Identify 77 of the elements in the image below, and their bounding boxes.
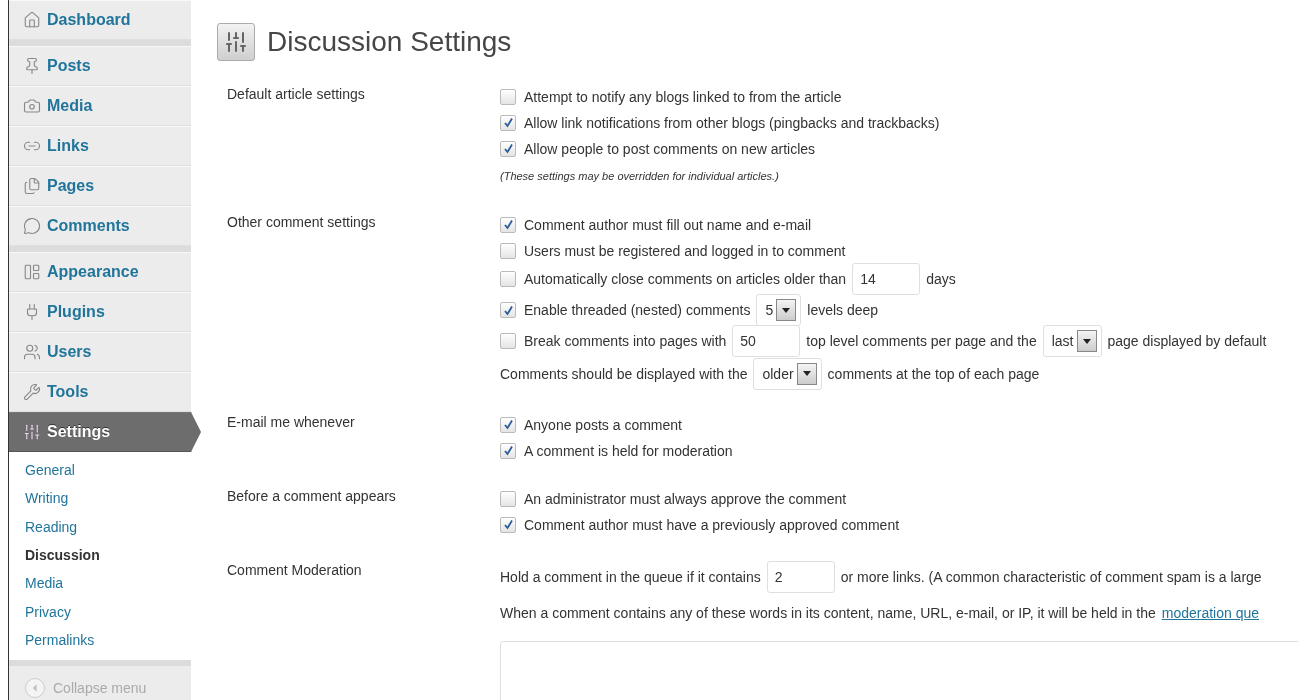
pin-icon (23, 57, 41, 75)
checkbox[interactable] (500, 416, 516, 433)
option-label: days (926, 271, 956, 287)
layout-icon (23, 263, 41, 281)
dropdown[interactable]: last (1042, 325, 1102, 357)
section-label: Before a comment appears (226, 487, 397, 506)
speech-bubble-icon (23, 217, 41, 235)
submenu-item[interactable]: Media (9, 569, 191, 598)
checkbox[interactable] (500, 88, 516, 105)
option-label: Break comments into pages with (524, 333, 727, 349)
pages-icon (23, 177, 41, 195)
number-field[interactable]: 50 (732, 325, 801, 357)
option-label: Comment author must fill out name and e-mail (524, 216, 812, 233)
option-label: Comment author must have a previously approved comment (524, 516, 900, 533)
menu-item[interactable]: Links (9, 126, 191, 166)
option-label: or more links. (A common characteristic of comment spam is a large (840, 568, 1262, 585)
checkbox[interactable] (500, 302, 516, 318)
submenu-item[interactable]: General (9, 456, 191, 485)
checkbox[interactable] (500, 216, 516, 233)
option-label: An administrator must always approve the comment (524, 490, 847, 507)
option-label: A comment is held for moderation (524, 442, 733, 459)
option-label: Comments should be displayed with the (500, 365, 748, 382)
checkbox[interactable] (500, 442, 516, 459)
page-title: Discussion Settings (267, 26, 512, 58)
option-label: Users must be registered and logged in to comment (524, 242, 846, 259)
option-label: Automatically close comments on articles older than (524, 271, 847, 287)
menu-item[interactable]: Pages (9, 166, 191, 206)
checkbox[interactable] (500, 242, 516, 259)
dropdown[interactable]: older (753, 357, 822, 390)
submenu-item[interactable]: Writing (9, 484, 191, 513)
menu-item[interactable]: Comments (9, 206, 191, 246)
checkbox[interactable] (500, 114, 516, 131)
checkbox[interactable] (500, 271, 516, 287)
option-label: When a comment contains any of these words in its content, name, URL, e-mail, or IP, it will be held in the (500, 605, 1156, 621)
section-label: Other comment settings (226, 213, 377, 232)
menu-item[interactable]: Appearance (9, 252, 191, 292)
section-label: Default article settings (226, 85, 366, 104)
house-icon (23, 11, 41, 29)
camera-icon (23, 97, 41, 115)
menu-item[interactable]: Dashboard (9, 0, 191, 40)
submenu-item[interactable]: Discussion (9, 540, 191, 570)
menu-item[interactable]: Plugins (9, 292, 191, 332)
sliders-icon (217, 23, 255, 61)
option-label: Anyone posts a comment (524, 416, 682, 433)
checkbox[interactable] (500, 140, 516, 157)
menu-item[interactable]: Users (9, 332, 191, 372)
submenu-item[interactable]: Permalinks (9, 625, 191, 655)
caret-icon (782, 307, 791, 313)
moderation-queue-link[interactable]: moderation que (1161, 605, 1260, 621)
users-icon (23, 343, 41, 361)
menu-item[interactable]: Media (9, 86, 191, 126)
tools-icon (23, 383, 41, 401)
option-label: Attempt to notify any blogs linked to from the article (524, 88, 842, 105)
option-label: levels deep (807, 302, 879, 318)
menu-item[interactable]: Settings (9, 412, 201, 452)
number-field[interactable]: 2 (766, 560, 835, 593)
option-label: Allow people to post comments on new articles (524, 140, 816, 157)
caret-icon (802, 371, 811, 376)
option-label: top level comments per page and the (806, 333, 1037, 349)
option-label: Allow link notifications from other blogs (pingbacks and trackbacks) (524, 114, 940, 131)
option-label: Enable threaded (nested) comments (524, 302, 751, 318)
checkbox[interactable] (500, 333, 516, 349)
option-label: comments at the top of each page (827, 365, 1040, 382)
checkbox[interactable] (500, 516, 516, 533)
submenu-item[interactable]: Privacy (9, 597, 191, 626)
section-label: Comment Moderation (226, 561, 363, 580)
number-field[interactable]: 14 (852, 263, 921, 295)
dropdown[interactable]: 5 (756, 294, 802, 326)
checkbox[interactable] (500, 490, 516, 507)
sliders-icon (23, 423, 41, 441)
option-label: page displayed by default (1107, 333, 1267, 349)
option-label: Hold a comment in the queue if it contains (500, 568, 761, 585)
section-label: E-mail me whenever (226, 413, 356, 432)
caret-icon (1082, 338, 1091, 344)
menu-item[interactable]: Posts (9, 46, 191, 86)
submenu-item[interactable]: Reading (9, 512, 191, 541)
settings-note: (These settings may be overridden for individual articles.) (500, 170, 779, 182)
